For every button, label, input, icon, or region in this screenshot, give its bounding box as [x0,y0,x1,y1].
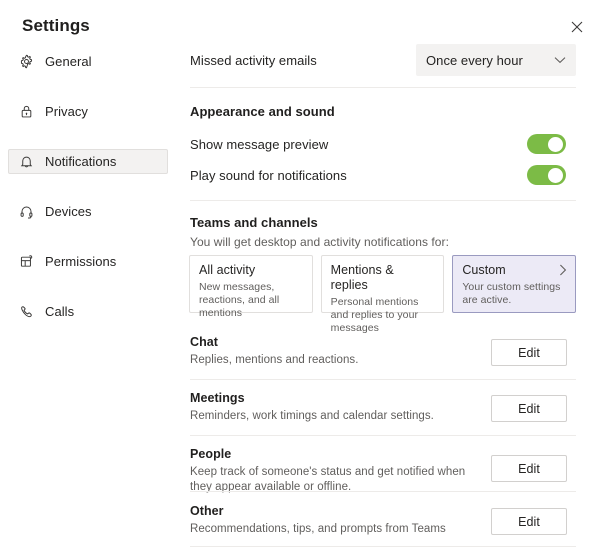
section-divider [190,87,576,88]
missed-activity-dropdown-value: Once every hour [426,52,523,68]
notification-card-title: Custom [462,263,506,277]
play-sound-row: Play sound for notifications [188,165,576,186]
sidebar-item-notifications[interactable]: Notifications [8,149,168,174]
settings-row-other: Other Recommendations, tips, and prompts… [188,504,576,548]
bell-icon [17,153,35,171]
play-sound-toggle[interactable] [527,165,566,185]
edit-button-meetings[interactable]: Edit [491,395,567,422]
missed-activity-label: Missed activity emails [190,53,317,68]
settings-row-description: Recommendations, tips, and prompts from … [190,523,446,535]
settings-row-title: People [190,447,232,461]
teams-and-channels-heading: Teams and channels [190,215,318,230]
settings-sidebar: General Privacy Notifications Devices Pe… [0,49,176,324]
settings-row-people: People Keep track of someone's status an… [188,447,576,503]
sidebar-item-label: Notifications [45,154,117,169]
teams-and-channels-subtext: You will get desktop and activity notifi… [190,235,449,249]
sidebar-item-calls[interactable]: Calls [8,299,168,324]
sidebar-item-label: Privacy [45,104,88,119]
sidebar-item-devices[interactable]: Devices [8,199,168,224]
section-divider [190,379,576,380]
toggle-knob [548,136,563,152]
notification-card-all-activity[interactable]: All activity New messages, reactions, an… [189,255,313,319]
missed-activity-dropdown[interactable]: Once every hour [416,44,576,76]
play-sound-label: Play sound for notifications [190,168,347,183]
edit-button-other[interactable]: Edit [491,508,567,535]
sidebar-item-label: Calls [45,304,75,319]
section-divider [190,491,576,492]
show-message-preview-row: Show message preview [188,134,576,155]
sidebar-item-general[interactable]: General [8,49,168,74]
edit-button-chat[interactable]: Edit [491,339,567,366]
sidebar-item-privacy[interactable]: Privacy [8,99,168,124]
notification-card-desc: Personal mentions and replies to your me… [330,296,419,334]
sidebar-item-label: General [45,54,92,69]
settings-row-title: Chat [190,335,218,349]
notification-card-mentions-replies[interactable]: Mentions & replies Personal mentions and… [320,255,445,334]
edit-button-people[interactable]: Edit [491,455,567,482]
appearance-and-sound-heading: Appearance and sound [190,104,335,119]
sidebar-item-permissions[interactable]: Permissions [8,249,168,274]
notification-card-title: All activity [199,263,256,277]
sidebar-item-label: Devices [45,204,92,219]
section-divider [190,546,576,547]
page-title: Settings [22,16,90,35]
missed-activity-row: Missed activity emails Once every hour [188,44,576,78]
section-divider [190,435,576,436]
notification-card-custom[interactable]: Custom Your custom settings are active. [452,255,577,313]
show-message-preview-label: Show message preview [190,137,329,152]
section-divider [190,200,576,201]
show-message-preview-toggle[interactable] [527,134,566,154]
toggle-knob [548,167,563,183]
notifications-settings-panel: Missed activity emails Once every hour A… [188,0,577,549]
gear-icon [17,53,35,71]
settings-row-description: Reminders, work timings and calendar set… [190,410,434,422]
chevron-right-icon [559,264,567,276]
notification-preset-cards: All activity New messages, reactions, an… [189,255,577,334]
app-grid-icon [17,253,35,271]
settings-row-description: Replies, mentions and reactions. [190,354,359,366]
notification-card-desc: Your custom settings are active. [462,281,561,306]
settings-row-meetings: Meetings Reminders, work timings and cal… [188,391,576,435]
lock-icon [17,103,35,121]
settings-row-title: Other [190,504,224,518]
sidebar-item-label: Permissions [45,254,117,269]
phone-icon [17,303,35,321]
notification-card-title: Mentions & replies [330,263,394,292]
settings-row-chat: Chat Replies, mentions and reactions. Ed… [188,335,576,379]
notification-card-desc: New messages, reactions, and all mention… [199,281,280,319]
settings-row-title: Meetings [190,391,245,405]
headset-icon [17,203,35,221]
chevron-down-icon [554,56,566,64]
